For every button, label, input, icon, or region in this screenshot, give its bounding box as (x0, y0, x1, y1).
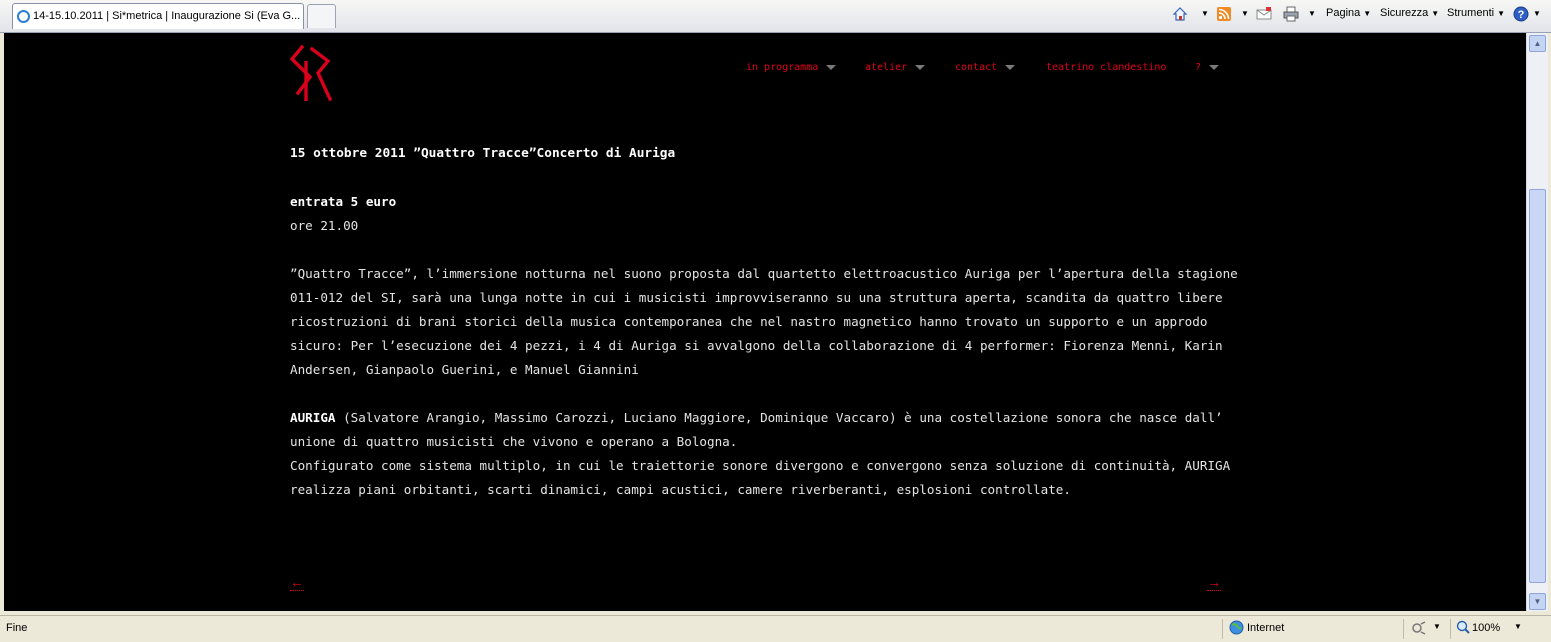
event-heading: 15 ottobre 2011 ”Quattro Tracce”Concerto… (290, 146, 676, 161)
home-dropdown[interactable]: ▼ (1198, 7, 1209, 19)
caret-down-icon (915, 64, 926, 70)
nav-contact-label: contact (955, 62, 998, 73)
nav-question-label: ? (1195, 62, 1202, 73)
sicurezza-label: Sicurezza (1380, 7, 1429, 19)
security-zone: Internet (1247, 622, 1285, 634)
mail-icon[interactable] (1256, 6, 1272, 22)
nav-contact[interactable]: contact (955, 62, 1016, 73)
scroll-up-button[interactable]: ▲ (1529, 35, 1546, 52)
feed-dropdown[interactable]: ▼ (1238, 7, 1249, 19)
nav-atelier-label: atelier (865, 62, 908, 73)
strumenti-label: Strumenti (1447, 7, 1495, 19)
auriga-paragraph: AURIGA (Salvatore Arangio, Massimo Caroz… (290, 406, 1250, 502)
nav-teatrino-clandestino[interactable]: teatrino clandestino (1046, 62, 1166, 73)
caret-down-icon (1005, 64, 1016, 70)
caret-down-icon (1209, 64, 1220, 70)
svg-text:?: ? (1518, 9, 1525, 21)
zoom-level[interactable]: 100% (1472, 622, 1500, 634)
nav-atelier[interactable]: atelier (865, 62, 926, 73)
print-icon[interactable] (1283, 6, 1299, 22)
event-time: ore 21.00 (290, 218, 359, 233)
nav-in-programma-label: in programma (746, 62, 819, 73)
caret-down-icon (826, 64, 837, 70)
page-viewport: in programma atelier contact teatrino cl… (4, 33, 1526, 611)
zoom-icon[interactable] (1456, 620, 1470, 637)
scroll-thumb[interactable] (1529, 189, 1546, 583)
tab-title: 14-15.10.2011 | Si*metrica | Inaugurazio… (33, 10, 301, 22)
auriga-name: AURIGA (290, 410, 336, 425)
sicurezza-menu[interactable]: Sicurezza ▼ (1380, 7, 1439, 19)
globe-icon (1229, 620, 1244, 638)
entry-price: entrata 5 euro (290, 194, 397, 209)
new-tab-button[interactable] (307, 4, 336, 28)
browser-tab[interactable]: 14-15.10.2011 | Si*metrica | Inaugurazio… (12, 3, 304, 29)
status-bar: Fine Internet ▼ 100% ▼ (0, 615, 1551, 642)
home-icon[interactable] (1172, 6, 1188, 22)
prev-arrow-link[interactable]: ← (290, 574, 304, 591)
protected-mode-dropdown[interactable]: ▼ (1433, 622, 1441, 631)
help-icon[interactable]: ? (1513, 6, 1529, 22)
help-dropdown[interactable]: ▼ (1530, 7, 1541, 19)
status-divider (1450, 619, 1451, 639)
zoom-dropdown[interactable]: ▼ (1514, 622, 1522, 631)
vertical-scrollbar[interactable]: ▲ ▼ (1526, 33, 1548, 611)
protected-mode-icon[interactable] (1411, 621, 1427, 638)
status-divider (1222, 619, 1223, 639)
description-paragraph: ”Quattro Tracce”, l’immersione notturna … (290, 266, 1238, 377)
auriga-description: Configurato come sistema multiplo, in cu… (290, 458, 1231, 497)
auriga-members-text: (Salvatore Arangio, Massimo Carozzi, Luc… (290, 410, 1223, 449)
scroll-down-button[interactable]: ▼ (1529, 593, 1546, 610)
rss-feed-icon[interactable] (1216, 6, 1232, 22)
ie-icon (17, 10, 30, 23)
pagina-label: Pagina (1326, 7, 1361, 19)
si-logo[interactable] (288, 43, 334, 103)
nav-question[interactable]: ? (1195, 62, 1220, 73)
pagina-menu[interactable]: Pagina ▼ (1326, 7, 1371, 19)
browser-toolbar: 14-15.10.2011 | Si*metrica | Inaugurazio… (0, 0, 1551, 33)
nav-teatrino-label: teatrino clandestino (1046, 62, 1167, 73)
status-text: Fine (6, 622, 28, 634)
next-arrow-link[interactable]: → (1207, 574, 1221, 591)
event-details: entrata 5 euro ore 21.00 (290, 190, 1250, 238)
print-dropdown[interactable]: ▼ (1305, 7, 1316, 19)
status-divider (1403, 619, 1404, 639)
nav-in-programma[interactable]: in programma (746, 62, 837, 73)
strumenti-menu[interactable]: Strumenti ▼ (1447, 7, 1505, 19)
article-content: 15 ottobre 2011 ”Quattro Tracce”Concerto… (290, 142, 1250, 526)
